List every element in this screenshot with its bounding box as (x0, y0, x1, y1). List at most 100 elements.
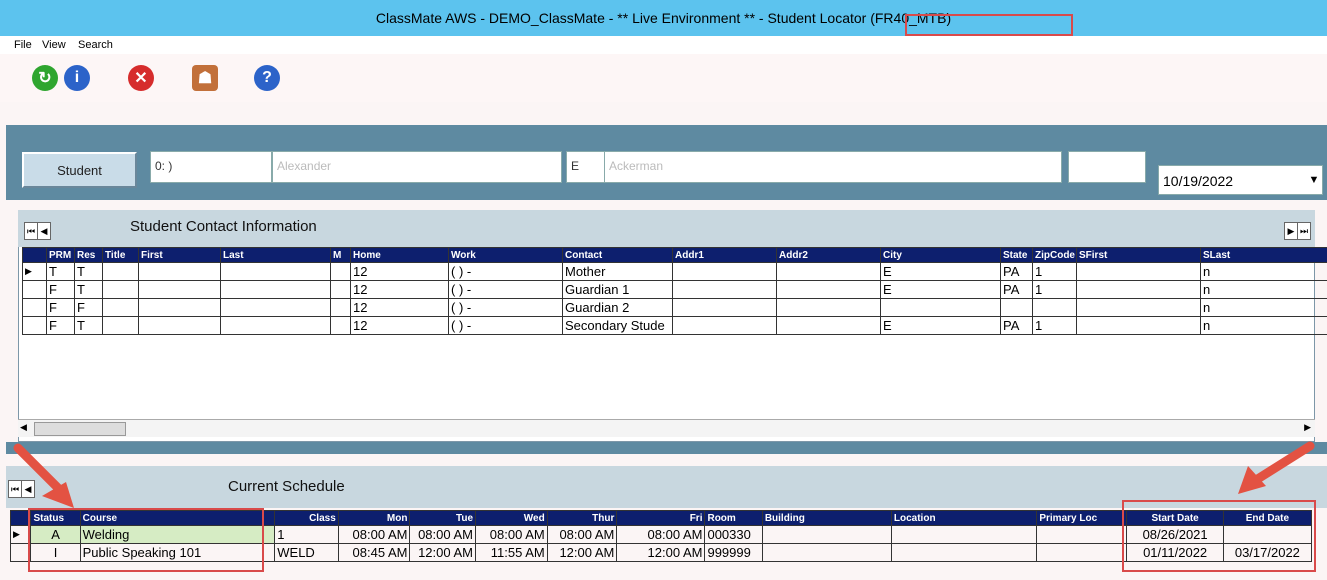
table-cell[interactable] (102, 280, 139, 299)
table-cell[interactable]: Mother (562, 262, 673, 281)
table-cell[interactable] (1076, 262, 1201, 281)
table-cell[interactable] (890, 525, 1038, 544)
table-cell[interactable]: 1 (1032, 262, 1077, 281)
table-cell[interactable]: Guardian 2 (562, 298, 673, 317)
table-cell[interactable]: 12:00 AM (546, 543, 618, 562)
table-cell[interactable] (890, 543, 1038, 562)
menu-view[interactable]: View (42, 38, 66, 52)
close-icon[interactable]: ✕ (126, 60, 156, 96)
table-cell[interactable]: E (880, 280, 1001, 299)
table-cell[interactable]: ( ) - (448, 298, 563, 317)
table-cell[interactable] (1076, 316, 1201, 335)
table-cell[interactable] (330, 262, 351, 281)
column-header[interactable]: Primary Loc (1036, 510, 1128, 526)
table-cell[interactable] (672, 262, 777, 281)
table-cell[interactable] (776, 262, 881, 281)
table-cell[interactable] (330, 280, 351, 299)
column-header[interactable]: Class (274, 510, 339, 526)
table-cell[interactable] (220, 262, 331, 281)
table-row[interactable]: FT12( ) -Guardian 1EPA1nE (22, 280, 1327, 299)
table-cell[interactable] (330, 298, 351, 317)
table-cell[interactable] (672, 298, 777, 317)
table-cell[interactable]: n (1200, 316, 1327, 335)
table-cell[interactable] (1032, 298, 1077, 317)
table-cell[interactable] (138, 316, 221, 335)
table-cell[interactable] (1076, 280, 1201, 299)
table-cell[interactable]: ( ) - (448, 262, 563, 281)
table-cell[interactable] (138, 262, 221, 281)
table-cell[interactable] (672, 280, 777, 299)
blank-field[interactable] (1068, 151, 1146, 183)
table-cell[interactable]: 08:00 AM (475, 525, 548, 544)
table-cell[interactable]: Guardian 1 (562, 280, 673, 299)
last-name-field[interactable]: Ackerman (604, 151, 1062, 183)
table-cell[interactable]: 08:00 AM (546, 525, 618, 544)
column-header[interactable]: State (1000, 247, 1033, 263)
student-button[interactable]: Student (22, 152, 137, 188)
info-icon[interactable]: i (62, 60, 92, 96)
horizontal-scrollbar[interactable]: ◀ ▶ (18, 419, 1315, 437)
table-cell[interactable]: T (74, 316, 103, 335)
middle-initial-field[interactable]: E (566, 151, 606, 183)
table-cell[interactable] (672, 316, 777, 335)
prev-record-icon[interactable]: ◀ (37, 222, 51, 240)
table-cell[interactable]: 08:00 AM (409, 525, 477, 544)
table-cell[interactable]: 08:45 AM (337, 543, 411, 562)
first-name-field[interactable]: Alexander (272, 151, 562, 183)
table-cell[interactable] (761, 525, 892, 544)
table-cell[interactable] (1000, 298, 1033, 317)
table-cell[interactable]: 12 (350, 262, 449, 281)
row-indicator[interactable] (22, 316, 47, 335)
table-cell[interactable]: 08:00 AM (616, 525, 706, 544)
row-indicator[interactable] (22, 298, 47, 317)
table-cell[interactable]: 1 (274, 525, 339, 544)
table-cell[interactable] (761, 543, 892, 562)
refresh-icon[interactable]: ↻ (30, 60, 60, 96)
table-cell[interactable]: n (1200, 298, 1327, 317)
column-header[interactable]: Mon (337, 510, 411, 526)
table-cell[interactable]: WELD (274, 543, 339, 562)
table-cell[interactable]: 08:00 AM (337, 525, 411, 544)
person-icon[interactable]: ☗ (190, 60, 220, 96)
menu-file[interactable]: File (14, 38, 32, 52)
table-cell[interactable] (220, 316, 331, 335)
table-cell[interactable]: Secondary Stude (562, 316, 673, 335)
column-header[interactable]: Title (102, 247, 139, 263)
table-cell[interactable] (330, 316, 351, 335)
column-header[interactable]: Home (350, 247, 449, 263)
table-row[interactable]: FT12( ) -Secondary StudeEPA1nE (22, 316, 1327, 335)
scroll-right-icon[interactable]: ▶ (1304, 422, 1311, 433)
column-header[interactable]: Wed (475, 510, 548, 526)
column-header[interactable]: Last (220, 247, 331, 263)
table-cell[interactable] (1036, 525, 1128, 544)
table-cell[interactable] (1036, 543, 1128, 562)
table-cell[interactable] (220, 298, 331, 317)
table-cell[interactable] (776, 316, 881, 335)
scroll-thumb[interactable] (34, 422, 126, 436)
table-cell[interactable]: T (46, 262, 75, 281)
table-row[interactable]: FF12( ) -Guardian 2nE (22, 298, 1327, 317)
table-cell[interactable]: 1 (1032, 316, 1077, 335)
table-cell[interactable]: PA (1000, 262, 1033, 281)
table-cell[interactable]: F (74, 298, 103, 317)
column-header[interactable]: ZipCode (1032, 247, 1077, 263)
table-cell[interactable]: 12 (350, 316, 449, 335)
column-header[interactable]: First (138, 247, 221, 263)
table-row[interactable]: ▶TT12( ) -MotherEPA1nE (22, 262, 1327, 281)
row-indicator[interactable] (22, 280, 47, 299)
table-cell[interactable]: 1 (1032, 280, 1077, 299)
table-cell[interactable]: ( ) - (448, 280, 563, 299)
table-cell[interactable]: F (46, 298, 75, 317)
column-header[interactable]: Room (704, 510, 763, 526)
table-cell[interactable]: 999999 (704, 543, 763, 562)
column-header[interactable]: Location (890, 510, 1038, 526)
table-cell[interactable] (880, 298, 1001, 317)
table-cell[interactable]: PA (1000, 280, 1033, 299)
table-cell[interactable] (102, 298, 139, 317)
table-cell[interactable]: 12:00 AM (409, 543, 477, 562)
first-record-icon[interactable]: ⏮ (24, 222, 38, 240)
table-cell[interactable] (102, 262, 139, 281)
table-cell[interactable] (138, 298, 221, 317)
table-cell[interactable]: 12 (350, 298, 449, 317)
table-cell[interactable]: F (46, 316, 75, 335)
